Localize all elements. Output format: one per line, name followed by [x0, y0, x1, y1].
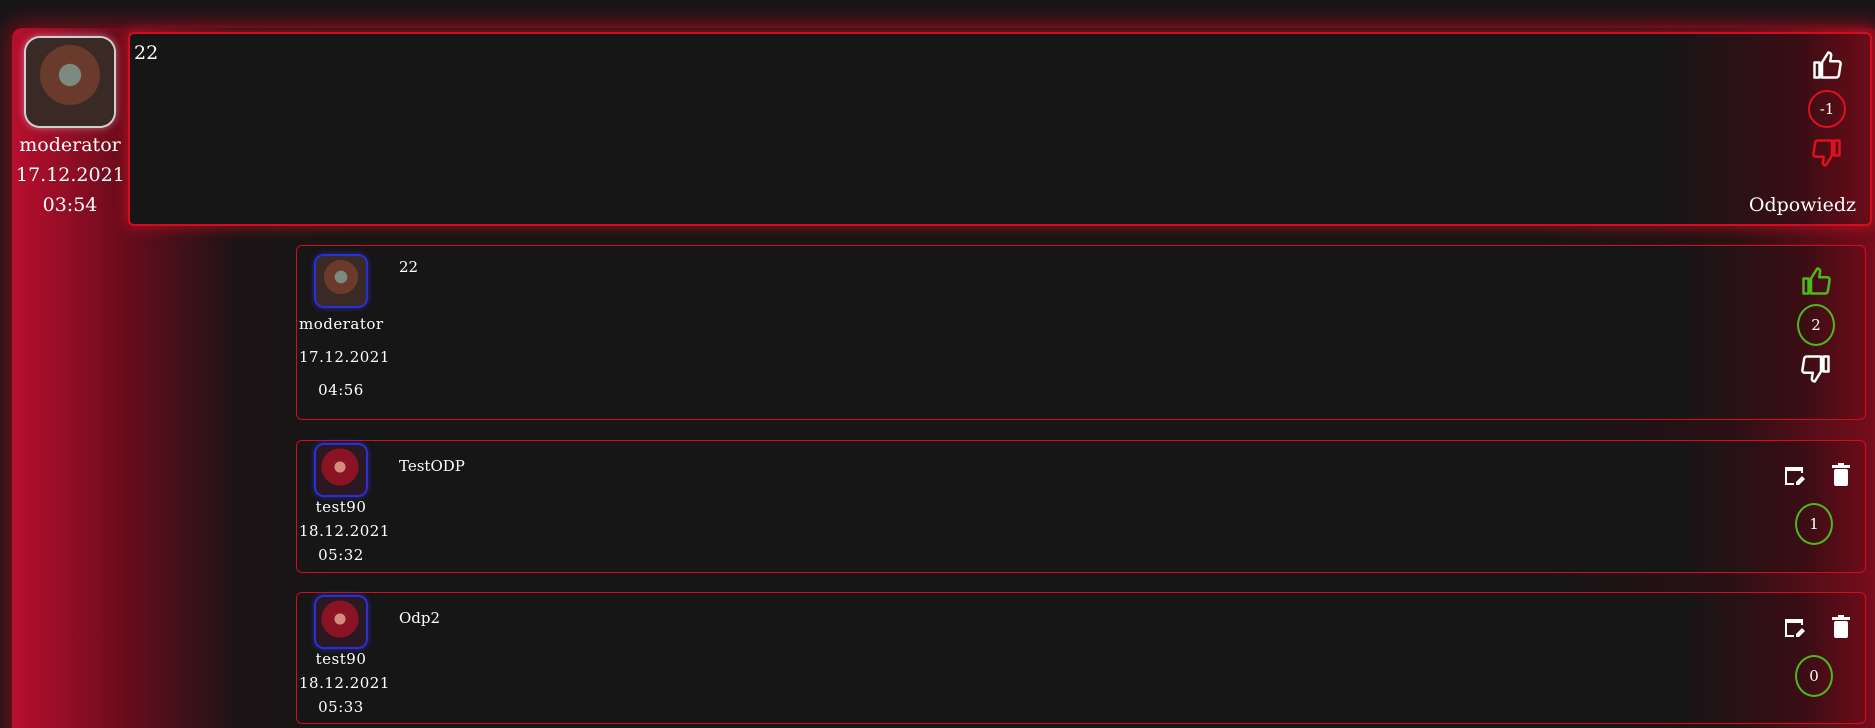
- vote-score: 2: [1797, 304, 1835, 346]
- thumbs-up-icon[interactable]: [1801, 266, 1831, 296]
- comments-page: moderator 17.12.2021 03:54 22 -1 Odpowie…: [0, 0, 1875, 728]
- reply-author-block: test90 18.12.2021 05:33: [299, 597, 390, 719]
- avatar[interactable]: [26, 38, 114, 126]
- trash-icon[interactable]: [1831, 463, 1851, 487]
- reply-button[interactable]: Odpowiedz: [1749, 194, 1856, 216]
- reply-author-block: moderator 17.12.2021 04:56: [299, 254, 390, 407]
- main-post: 22 -1 Odpowiedz: [128, 32, 1872, 226]
- author-name[interactable]: test90: [299, 647, 383, 671]
- edit-icon[interactable]: [1781, 463, 1807, 487]
- author-name[interactable]: moderator: [16, 130, 124, 160]
- post-time: 05:33: [318, 698, 364, 716]
- author-name[interactable]: test90: [299, 495, 383, 519]
- author-name[interactable]: moderator: [299, 308, 383, 341]
- post-date: 18.12.2021: [299, 674, 390, 692]
- reply-post: test90 18.12.2021 05:32 TestODP 1: [296, 440, 1866, 573]
- post-date: 18.12.2021: [299, 522, 390, 540]
- thumbs-up-icon[interactable]: [1811, 50, 1843, 80]
- reply-post: moderator 17.12.2021 04:56 22 2: [296, 245, 1866, 420]
- main-post-author-block: moderator 17.12.2021 03:54: [16, 38, 125, 220]
- reply-post: test90 18.12.2021 05:33 Odp2 0: [296, 592, 1866, 724]
- post-time: 03:54: [42, 194, 98, 216]
- post-time: 05:32: [318, 546, 364, 564]
- post-date: 17.12.2021: [299, 348, 390, 366]
- post-text: TestODP: [399, 457, 465, 475]
- avatar[interactable]: [316, 256, 366, 306]
- vote-score: 0: [1795, 655, 1833, 697]
- post-text: Odp2: [399, 609, 441, 627]
- post-actions: 0: [1781, 615, 1851, 697]
- post-time: 04:56: [318, 381, 364, 399]
- avatar[interactable]: [316, 597, 366, 647]
- post-actions: 1: [1781, 463, 1851, 545]
- vote-controls: 2: [1791, 266, 1841, 384]
- vote-score: 1: [1795, 503, 1833, 545]
- thumbs-down-icon[interactable]: [1801, 354, 1831, 384]
- reply-author-block: test90 18.12.2021 05:32: [299, 445, 390, 567]
- post-text: 22: [399, 258, 419, 276]
- avatar[interactable]: [316, 445, 366, 495]
- trash-icon[interactable]: [1831, 615, 1851, 639]
- thumbs-down-icon[interactable]: [1811, 138, 1843, 168]
- edit-icon[interactable]: [1781, 615, 1807, 639]
- vote-score: -1: [1808, 90, 1846, 128]
- post-date: 17.12.2021: [16, 164, 125, 186]
- vote-controls: -1: [1802, 50, 1852, 168]
- post-text: 22: [134, 42, 159, 64]
